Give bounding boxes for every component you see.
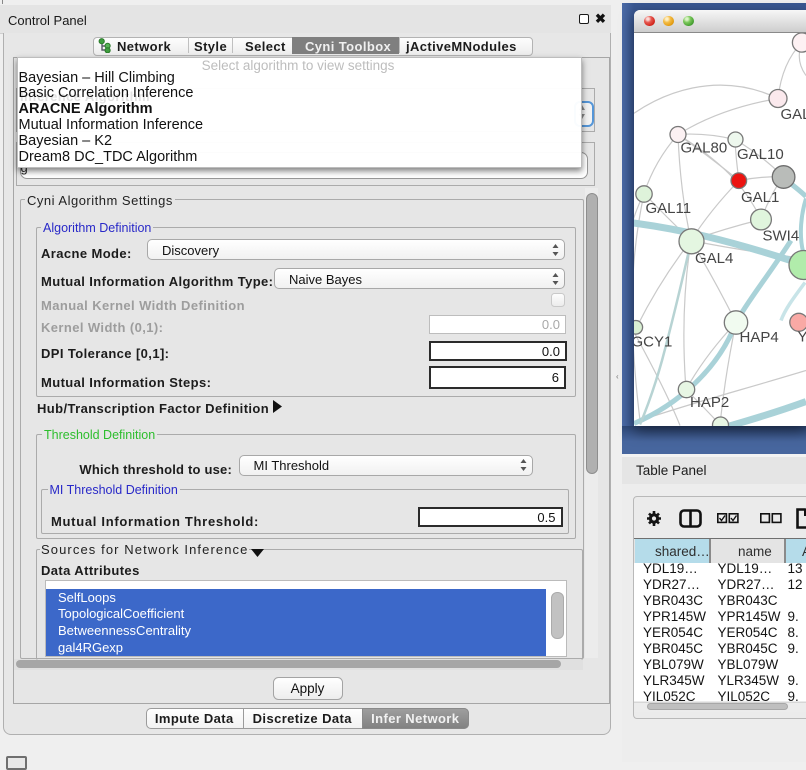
svg-text:GAL2: GAL2 bbox=[781, 106, 806, 123]
svg-text:HAP4: HAP4 bbox=[740, 329, 779, 346]
svg-text:HAP2: HAP2 bbox=[690, 394, 729, 411]
svg-text:GCY1: GCY1 bbox=[634, 333, 672, 350]
svg-text:GAL1: GAL1 bbox=[741, 189, 779, 206]
svg-text:SWI4: SWI4 bbox=[763, 227, 800, 244]
svg-text:Y: Y bbox=[798, 328, 806, 345]
svg-text:GAL11: GAL11 bbox=[646, 200, 692, 217]
svg-text:GAL10: GAL10 bbox=[737, 146, 784, 163]
svg-text:GAL4: GAL4 bbox=[695, 250, 733, 267]
svg-text:GAL80: GAL80 bbox=[681, 139, 728, 156]
